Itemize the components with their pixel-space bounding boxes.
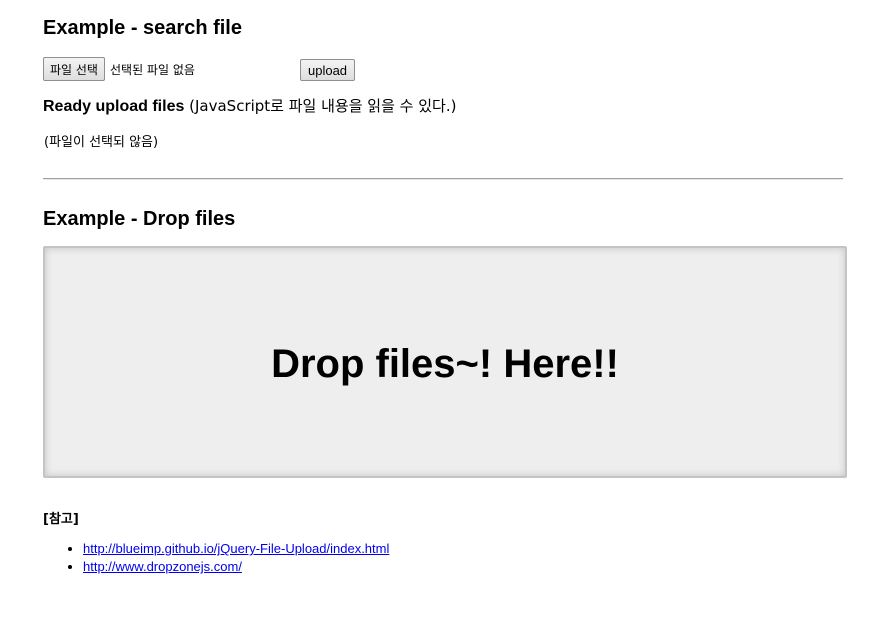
references-list: http://blueimp.github.io/jQuery-File-Upl…: [43, 540, 389, 576]
search-file-heading: Example - search file: [43, 17, 242, 39]
ready-upload-label: Ready upload files: [43, 98, 185, 115]
dropzonejs-link[interactable]: http://www.dropzonejs.com/: [83, 559, 242, 574]
upload-button[interactable]: upload: [300, 59, 356, 81]
drop-zone[interactable]: Drop files~! Here!!: [43, 246, 847, 478]
section-divider: [43, 178, 843, 180]
list-item: http://blueimp.github.io/jQuery-File-Upl…: [83, 540, 389, 558]
ready-upload-note: (JavaScript로 파일 내용을 읽을 수 있다.): [184, 97, 457, 115]
drop-zone-text: Drop files~! Here!!: [271, 341, 619, 386]
choose-file-button[interactable]: 파일 선택: [43, 57, 105, 81]
list-item: http://www.dropzonejs.com/: [83, 558, 389, 576]
file-status-text: 선택된 파일 없음: [109, 62, 195, 77]
no-file-selected-text: (파일이 선택되 않음): [44, 135, 159, 150]
file-input[interactable]: 파일 선택 선택된 파일 없음: [43, 57, 195, 81]
drop-files-heading: Example - Drop files: [43, 208, 236, 230]
ready-upload-line: Ready upload files (JavaScript로 파일 내용을 읽…: [43, 95, 456, 116]
references-heading: [참고]: [43, 512, 79, 527]
blueimp-link[interactable]: http://blueimp.github.io/jQuery-File-Upl…: [83, 541, 389, 556]
